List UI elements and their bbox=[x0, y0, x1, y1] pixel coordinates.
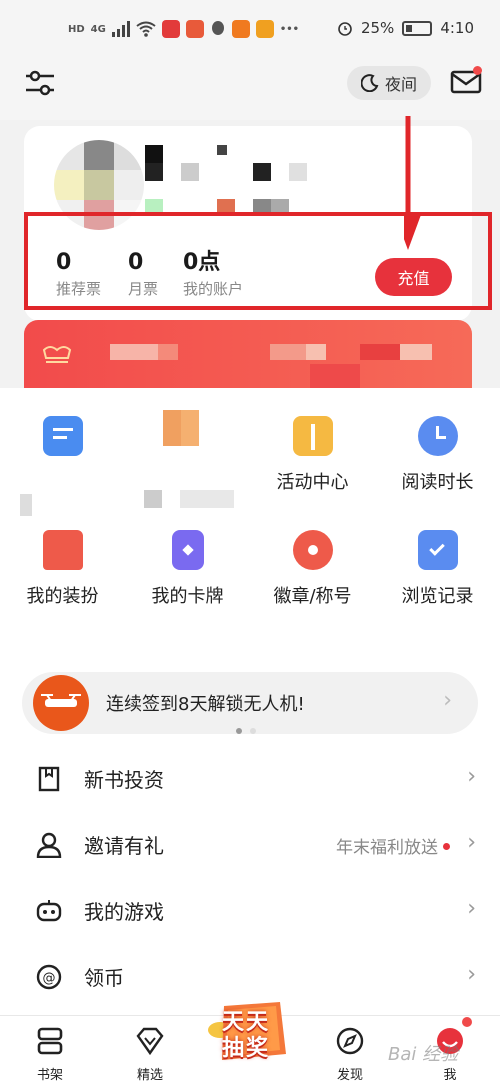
grid-item-label: 阅读时长 bbox=[401, 472, 474, 493]
gift-icon bbox=[292, 416, 333, 456]
lottery-label-line-1: 天天 bbox=[222, 1010, 271, 1035]
alarm-icon bbox=[338, 22, 352, 36]
lottery-label: 天天 抽奖 bbox=[222, 1010, 270, 1062]
grid-item-my-outfit[interactable]: 我的装扮 bbox=[0, 530, 125, 608]
menu-item-my-games[interactable]: 我的游戏 › bbox=[0, 878, 500, 944]
status-icons-left: HD 4G ••• bbox=[68, 20, 299, 38]
mail-notification-badge bbox=[473, 66, 482, 75]
carousel-dots bbox=[236, 728, 256, 734]
signal-icon bbox=[111, 21, 130, 37]
chevron-right-icon: › bbox=[467, 962, 476, 987]
app-notification-icon bbox=[255, 20, 274, 38]
top-header: 夜间 bbox=[0, 58, 500, 120]
menu-item-new-book-investment[interactable]: 新书投资 › bbox=[0, 746, 500, 812]
bookshelf-icon bbox=[37, 1027, 63, 1055]
menu-item-label: 邀请有礼 bbox=[84, 834, 164, 858]
wifi-icon bbox=[136, 21, 156, 37]
nav-label: 书架 bbox=[36, 1068, 63, 1083]
sign-in-promo-banner[interactable]: 连续签到8天解锁无人机! › bbox=[22, 672, 478, 734]
chevron-right-icon: › bbox=[443, 688, 452, 713]
chevron-right-icon: › bbox=[467, 764, 476, 789]
night-mode-label: 夜间 bbox=[384, 75, 417, 94]
grid-item-label: 浏览记录 bbox=[401, 586, 474, 607]
carousel-dot bbox=[250, 728, 256, 734]
grid-item-reading-time[interactable]: 阅读时长 bbox=[375, 416, 500, 494]
clock-time: 4:10 bbox=[440, 19, 474, 37]
grid-item-label: 我的卡牌 bbox=[151, 586, 224, 607]
diamond-icon bbox=[136, 1027, 164, 1056]
menu-item-label: 新书投资 bbox=[84, 768, 164, 792]
menu-item-label: 我的游戏 bbox=[84, 900, 164, 924]
hd-indicator: HD bbox=[68, 23, 85, 35]
moon-icon bbox=[360, 74, 379, 92]
app-notification-icon bbox=[231, 20, 250, 38]
night-mode-button[interactable]: 夜间 bbox=[347, 66, 431, 100]
vip-banner[interactable] bbox=[24, 320, 472, 388]
menu-item-label: 领币 bbox=[84, 966, 124, 990]
nav-label: 发现 bbox=[336, 1068, 363, 1083]
network-indicator: 4G bbox=[90, 23, 106, 35]
notification-dot bbox=[443, 843, 450, 850]
grid-item-label: 我的装扮 bbox=[26, 586, 99, 607]
history-icon bbox=[417, 530, 458, 570]
app-notification-icon bbox=[161, 20, 180, 38]
annotation-arrow-icon bbox=[404, 116, 422, 250]
chevron-right-icon: › bbox=[467, 896, 476, 921]
grid-item-badges-titles[interactable]: 徽章/称号 bbox=[250, 530, 375, 608]
bookmark-icon bbox=[38, 766, 60, 792]
carousel-dot-active bbox=[236, 728, 242, 734]
nav-label: 精选 bbox=[136, 1068, 163, 1083]
status-icons-right: 25% 4:10 bbox=[337, 19, 474, 37]
more-notifications-icon: ••• bbox=[279, 23, 300, 35]
grid-item-hidden-1[interactable] bbox=[0, 416, 125, 516]
compass-icon bbox=[336, 1027, 364, 1055]
username-pixelated bbox=[145, 145, 315, 215]
settings-sliders-icon[interactable] bbox=[24, 68, 56, 98]
battery-percent: 25% bbox=[360, 19, 395, 37]
clock-icon bbox=[417, 416, 458, 456]
battery-icon bbox=[402, 20, 433, 36]
grid-item-hidden-2[interactable] bbox=[118, 410, 243, 508]
daily-lottery-button[interactable]: 天天 抽奖 bbox=[202, 990, 298, 1070]
message-icon bbox=[42, 416, 83, 456]
grid-item-label: 徽章/称号 bbox=[273, 586, 352, 607]
cards-icon bbox=[171, 530, 204, 570]
qq-icon bbox=[211, 21, 224, 35]
grid-item-activity-center[interactable]: 活动中心 bbox=[250, 416, 375, 494]
menu-item-promo-text: 年末福利放送 bbox=[336, 838, 438, 858]
coin-icon: @ bbox=[36, 964, 62, 990]
person-icon bbox=[36, 832, 62, 858]
me-notification-badge bbox=[462, 1017, 472, 1027]
shirt-icon bbox=[42, 530, 83, 570]
gamepad-icon bbox=[36, 900, 62, 922]
drone-icon bbox=[33, 675, 89, 731]
pixelated-icon bbox=[162, 410, 199, 446]
feature-grid: 活动中心 阅读时长 我的装扮 我的卡牌 徽章/称号 浏览记录 bbox=[0, 388, 500, 628]
crown-icon bbox=[42, 346, 72, 363]
nav-label: 我 bbox=[443, 1068, 457, 1083]
nav-tab-discover[interactable]: 发现 bbox=[320, 1026, 380, 1083]
promo-text: 连续签到8天解锁无人机! bbox=[106, 694, 305, 715]
nav-tab-bookshelf[interactable]: 书架 bbox=[20, 1026, 80, 1083]
svg-text:@: @ bbox=[43, 971, 56, 986]
nav-tab-featured[interactable]: 精选 bbox=[120, 1026, 180, 1083]
grid-item-label: 活动中心 bbox=[276, 472, 349, 493]
menu-item-invite-gifts[interactable]: 邀请有礼 年末福利放送 › bbox=[0, 812, 500, 878]
grid-item-browse-history[interactable]: 浏览记录 bbox=[375, 530, 500, 608]
medal-icon bbox=[292, 530, 333, 570]
chevron-right-icon: › bbox=[467, 830, 476, 855]
grid-item-my-cards[interactable]: 我的卡牌 bbox=[125, 530, 250, 608]
app-notification-icon bbox=[185, 20, 204, 38]
watermark-text: Bai 经验 bbox=[388, 1044, 459, 1065]
status-bar: HD 4G ••• 25% 4:10 bbox=[0, 0, 500, 58]
lottery-label-line-2: 抽奖 bbox=[222, 1036, 271, 1061]
